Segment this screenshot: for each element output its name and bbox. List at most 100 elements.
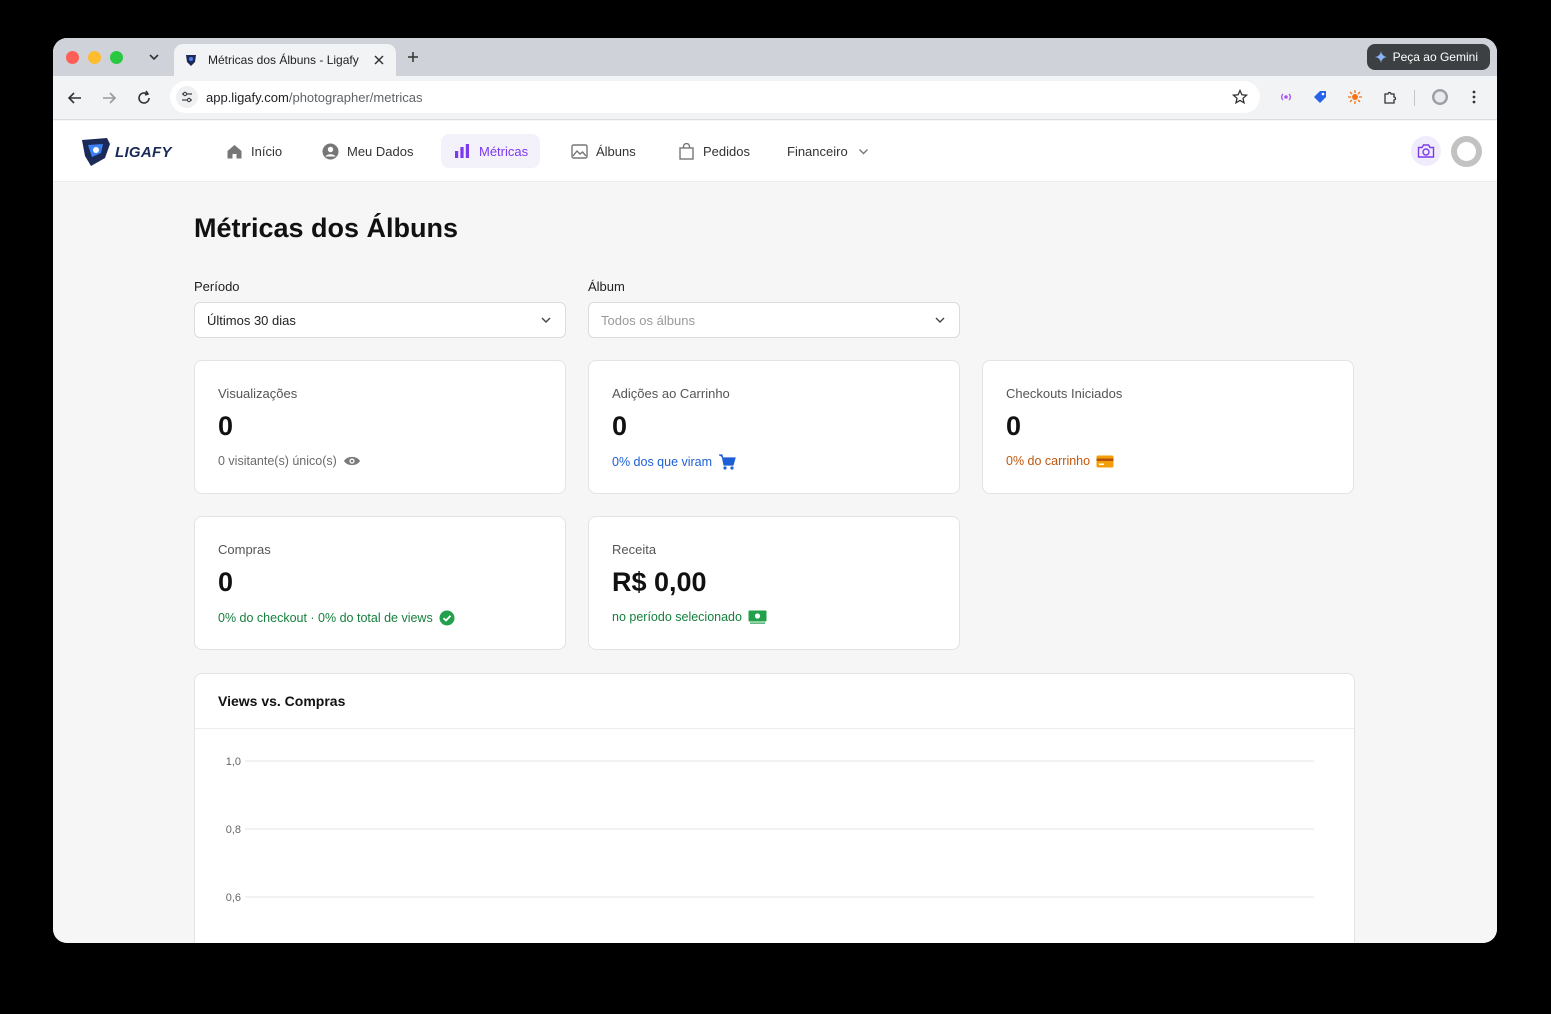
periodo-label: Período bbox=[194, 279, 240, 294]
minimize-window-button[interactable] bbox=[88, 51, 101, 64]
shopping-bag-icon bbox=[677, 142, 695, 160]
checkouts-value: 0 bbox=[1006, 411, 1022, 441]
logo-text: LIGAFY bbox=[115, 143, 172, 161]
back-arrow-icon[interactable] bbox=[65, 88, 85, 108]
tab-search-icon[interactable] bbox=[145, 48, 163, 66]
tab-title: Métricas dos Álbuns - Ligafy bbox=[208, 53, 359, 67]
revenue-label: Receita bbox=[612, 542, 657, 557]
tab-strip: Métricas dos Álbuns - Ligafy Peça ao Gem… bbox=[53, 38, 1497, 76]
camera-button[interactable] bbox=[1411, 136, 1441, 166]
image-icon bbox=[570, 142, 588, 160]
nav-albuns[interactable]: Álbuns bbox=[558, 134, 648, 168]
views-value: 0 bbox=[218, 411, 234, 441]
reload-icon[interactable] bbox=[134, 88, 154, 108]
checkouts-sub-text: 0% do carrinho bbox=[1006, 454, 1091, 468]
url-host: app.ligafy.com bbox=[206, 89, 289, 105]
camera-icon bbox=[1417, 144, 1435, 158]
album-placeholder: Todos os álbuns bbox=[601, 312, 695, 328]
views-sub-text: 0 visitante(s) único(s) bbox=[218, 454, 337, 468]
cart-card: Adições ao Carrinho 0 0% dos que viram bbox=[588, 360, 960, 494]
nav-financeiro-label: Financeiro bbox=[787, 143, 848, 159]
broadcast-extension-icon[interactable] bbox=[1277, 88, 1295, 106]
checkouts-label: Checkouts Iniciados bbox=[1006, 386, 1123, 401]
nav-pedidos-label: Pedidos bbox=[703, 143, 750, 159]
forward-arrow-icon[interactable] bbox=[99, 88, 119, 108]
cart-label: Adições ao Carrinho bbox=[612, 386, 730, 401]
cart-sub: 0% dos que viram bbox=[612, 454, 736, 470]
nav-inicio[interactable]: Início bbox=[213, 134, 294, 168]
browser-toolbar: app.ligafy.com/photographer/metricas bbox=[53, 76, 1497, 120]
purchases-label: Compras bbox=[218, 542, 271, 557]
gemini-label: Peça ao Gemini bbox=[1392, 50, 1478, 64]
close-window-button[interactable] bbox=[66, 51, 79, 64]
tag-extension-icon[interactable] bbox=[1311, 88, 1329, 106]
credit-card-icon bbox=[1096, 455, 1114, 468]
views-vs-purchases-chart-card: Views vs. Compras 1,0 0,8 0,6 bbox=[194, 673, 1355, 943]
checkouts-card: Checkouts Iniciados 0 0% do carrinho bbox=[982, 360, 1354, 494]
revenue-sub-text: no período selecionado bbox=[612, 610, 742, 624]
sun-extension-icon[interactable] bbox=[1346, 88, 1364, 106]
page-title: Métricas dos Álbuns bbox=[194, 213, 459, 243]
chevron-down-icon bbox=[539, 313, 553, 327]
nav-albuns-label: Álbuns bbox=[596, 143, 636, 159]
browser-window: Métricas dos Álbuns - Ligafy Peça ao Gem… bbox=[53, 38, 1497, 943]
site-info-icon[interactable] bbox=[176, 86, 198, 108]
nav-metricas-label: Métricas bbox=[479, 143, 529, 159]
user-circle-icon bbox=[321, 142, 339, 160]
ligafy-logo[interactable]: LIGAFY bbox=[79, 135, 172, 169]
maximize-window-button[interactable] bbox=[110, 51, 123, 64]
main-content: Métricas dos Álbuns Período Últimos 30 d… bbox=[53, 183, 1497, 943]
user-avatar[interactable] bbox=[1451, 136, 1482, 167]
cart-value: 0 bbox=[612, 411, 628, 441]
gemini-button[interactable]: Peça ao Gemini bbox=[1366, 44, 1490, 70]
browser-menu-icon[interactable] bbox=[1465, 88, 1483, 106]
album-label: Álbum bbox=[588, 279, 625, 294]
eye-icon bbox=[343, 455, 361, 467]
gemini-sparkle-icon bbox=[1374, 51, 1387, 63]
home-icon bbox=[225, 142, 243, 160]
bar-chart-icon bbox=[453, 142, 471, 160]
periodo-value: Últimos 30 dias bbox=[207, 312, 296, 328]
toolbar-separator bbox=[1414, 90, 1415, 106]
close-tab-icon[interactable] bbox=[372, 53, 386, 67]
nav-meus-dados-label: Meu Dados bbox=[347, 143, 414, 159]
profile-avatar-icon[interactable] bbox=[1431, 88, 1449, 106]
chevron-down-icon bbox=[858, 146, 869, 157]
revenue-value: R$ 0,00 bbox=[612, 567, 707, 597]
check-circle-icon bbox=[439, 610, 455, 626]
new-tab-icon[interactable] bbox=[404, 48, 422, 66]
views-sub: 0 visitante(s) único(s) bbox=[218, 454, 361, 468]
extensions-puzzle-icon[interactable] bbox=[1381, 88, 1399, 106]
bookmark-star-icon[interactable] bbox=[1231, 88, 1249, 105]
url-path: /photographer/metricas bbox=[288, 89, 423, 105]
y-tick-label: 1,0 bbox=[226, 756, 241, 768]
app-header: LIGAFY Início Meu Dados Métricas Álbuns bbox=[53, 121, 1497, 182]
purchases-card: Compras 0 0% do checkout · 0% do total d… bbox=[194, 516, 566, 650]
chevron-down-icon bbox=[933, 313, 947, 327]
views-card: Visualizações 0 0 visitante(s) único(s) bbox=[194, 360, 566, 494]
periodo-select[interactable]: Últimos 30 dias bbox=[194, 302, 566, 338]
nav-meus-dados[interactable]: Meu Dados bbox=[309, 134, 425, 168]
browser-tab[interactable]: Métricas dos Álbuns - Ligafy bbox=[174, 44, 396, 76]
revenue-card: Receita R$ 0,00 no período selecionado bbox=[588, 516, 960, 650]
purchases-value: 0 bbox=[218, 567, 234, 597]
album-select[interactable]: Todos os álbuns bbox=[588, 302, 960, 338]
nav-financeiro[interactable]: Financeiro bbox=[775, 134, 881, 168]
cart-sub-text: 0% dos que viram bbox=[612, 455, 713, 469]
ligafy-favicon-icon bbox=[184, 53, 198, 67]
chart-title: Views vs. Compras bbox=[218, 693, 346, 709]
y-tick-label: 0,6 bbox=[226, 892, 241, 904]
purchases-sub-text: 0% do checkout · 0% do total de views bbox=[218, 611, 433, 625]
ligafy-shield-icon bbox=[82, 138, 110, 166]
purchases-sub: 0% do checkout · 0% do total de views bbox=[218, 610, 455, 626]
shopping-cart-icon bbox=[718, 454, 736, 470]
revenue-sub: no período selecionado bbox=[612, 610, 767, 624]
nav-metricas[interactable]: Métricas bbox=[441, 134, 541, 168]
money-bill-icon bbox=[748, 610, 767, 624]
checkouts-sub: 0% do carrinho bbox=[1006, 454, 1114, 468]
address-bar[interactable]: app.ligafy.com/photographer/metricas bbox=[170, 81, 1260, 113]
views-label: Visualizações bbox=[218, 386, 298, 401]
nav-pedidos[interactable]: Pedidos bbox=[665, 134, 762, 168]
nav-inicio-label: Início bbox=[251, 143, 283, 159]
line-chart: 1,0 0,8 0,6 bbox=[226, 756, 1314, 904]
